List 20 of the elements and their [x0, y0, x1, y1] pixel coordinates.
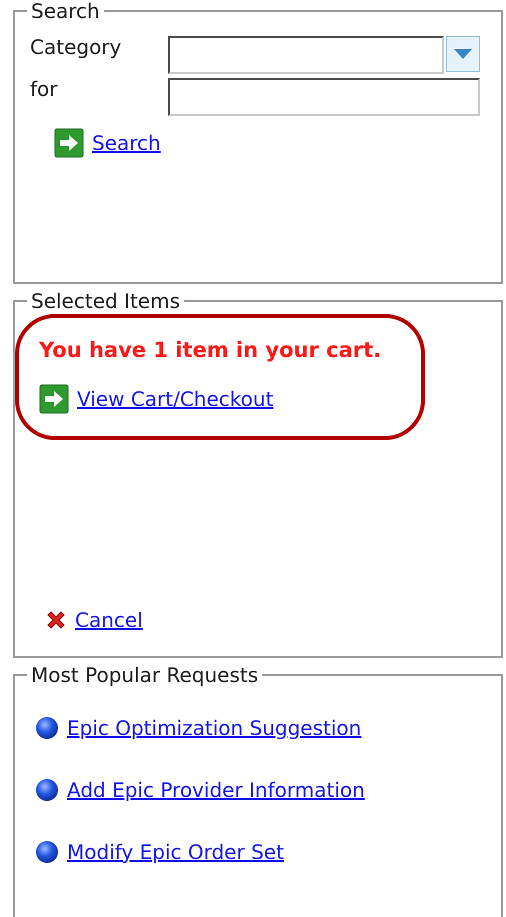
- panel-title: Selected Items: [30, 290, 182, 312]
- search-field[interactable]: [168, 78, 480, 116]
- link[interactable]: Search: [92, 131, 161, 155]
- link[interactable]: View Cart/Checkout: [77, 387, 274, 411]
- category-dropdown[interactable]: [168, 36, 444, 74]
- close-icon: [45, 609, 67, 631]
- field-label: Category: [30, 36, 122, 58]
- link[interactable]: Epic Optimization Suggestion: [67, 716, 362, 740]
- link[interactable]: Modify Epic Order Set: [67, 840, 284, 864]
- dropdown-button[interactable]: [446, 36, 480, 72]
- cart-message: You have 1 item in your cart.: [39, 338, 382, 362]
- panel-title: Search: [30, 0, 101, 22]
- caret-icon: [453, 48, 473, 60]
- link[interactable]: Add Epic Provider Information: [67, 778, 365, 802]
- link[interactable]: Cancel: [75, 608, 143, 632]
- bullet-icon: [35, 778, 59, 802]
- bullet-icon: [35, 716, 59, 740]
- bullet-icon: [35, 840, 59, 864]
- field-label: for: [30, 78, 58, 100]
- panel-title: Most Popular Requests: [30, 664, 260, 686]
